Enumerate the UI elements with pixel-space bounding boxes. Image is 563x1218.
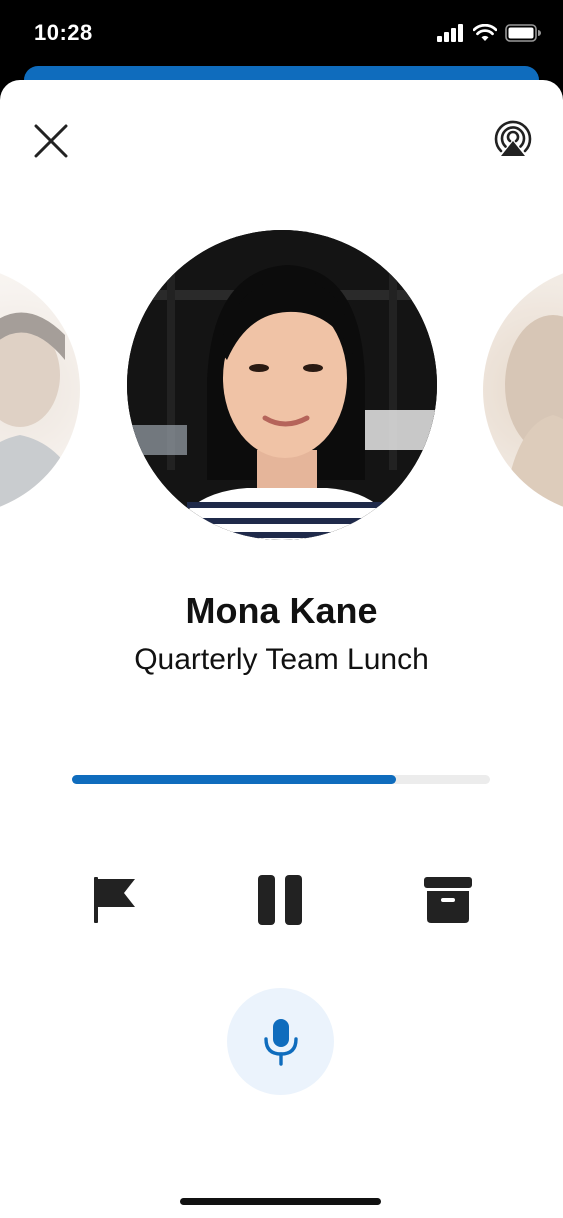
playback-sheet: Mona Kane Quarterly Team Lunch <box>0 80 563 1218</box>
previous-contact-avatar[interactable] <box>0 265 80 515</box>
microphone-icon <box>263 1018 298 1066</box>
home-indicator <box>180 1198 381 1205</box>
pause-button[interactable] <box>250 870 310 930</box>
status-icons <box>437 24 541 42</box>
status-time: 10:28 <box>34 20 93 45</box>
next-contact-avatar[interactable] <box>483 265 563 515</box>
battery-icon <box>505 24 541 42</box>
pause-icon <box>258 875 302 925</box>
event-title: Quarterly Team Lunch <box>134 643 429 676</box>
contact-name: Mona Kane <box>185 590 378 631</box>
archive-button[interactable] <box>418 870 478 930</box>
microphone-button[interactable] <box>227 988 334 1095</box>
status-bar: 10:28 <box>0 0 563 70</box>
flag-icon <box>94 877 135 923</box>
airplay-button[interactable] <box>491 118 535 162</box>
playback-progress-bar[interactable] <box>72 775 490 784</box>
cellular-signal-icon <box>437 24 463 42</box>
airplay-icon <box>494 120 532 156</box>
archive-icon <box>424 877 472 923</box>
close-button[interactable] <box>30 120 72 162</box>
contact-avatar <box>127 230 437 540</box>
playback-progress-fill <box>72 775 396 784</box>
wifi-icon <box>473 24 497 41</box>
close-icon <box>34 124 68 158</box>
flag-button[interactable] <box>84 870 144 930</box>
